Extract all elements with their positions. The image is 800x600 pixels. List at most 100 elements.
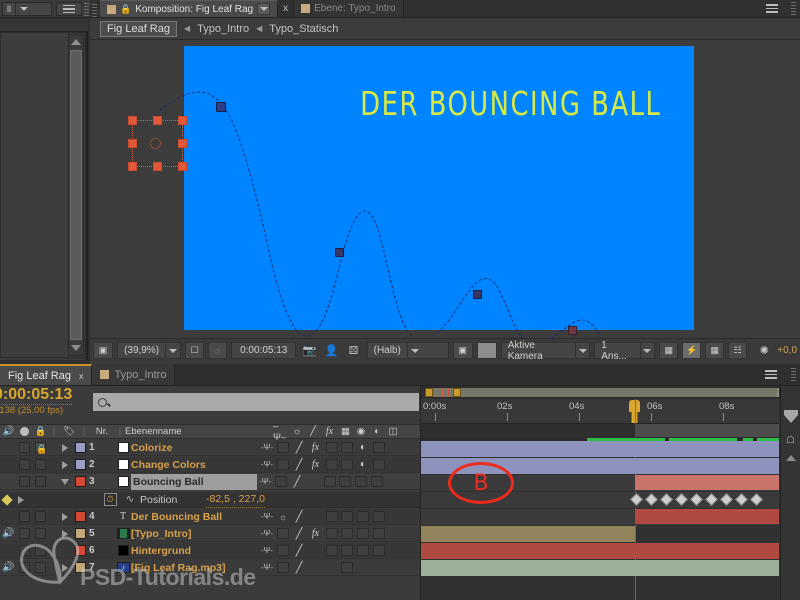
navigator-start-handle[interactable]: [425, 388, 433, 397]
person-icon[interactable]: 👤: [322, 342, 340, 359]
table-row[interactable]: 4 T Der Bouncing Ball -Ψ- ☼ ╱: [0, 509, 420, 525]
3d-layer-icon[interactable]: ◫: [385, 424, 401, 439]
selection-handle-tc[interactable]: [153, 116, 162, 125]
color-channels-icon[interactable]: ⚄: [345, 342, 363, 359]
expand-arrow[interactable]: [59, 509, 71, 525]
breadcrumb-item-fig-leaf-rag[interactable]: Fig Leaf Rag: [100, 20, 177, 37]
expand-arrow[interactable]: [59, 440, 71, 456]
property-name[interactable]: Position: [140, 492, 206, 508]
shy-switch[interactable]: -Ψ-: [259, 457, 275, 473]
motion-keyframe[interactable]: [216, 102, 226, 112]
frame-blend-switch[interactable]: [324, 440, 339, 456]
motion-blur-switch[interactable]: [339, 543, 355, 559]
layer-name[interactable]: Colorize: [131, 440, 259, 456]
motion-keyframe[interactable]: [473, 290, 482, 299]
3d-switch[interactable]: [371, 526, 387, 542]
scroll-down-icon[interactable]: [69, 341, 83, 355]
label-swatch[interactable]: [71, 457, 89, 473]
layer-bar-colorize[interactable]: [421, 441, 779, 457]
chevron-down-icon[interactable]: [116, 389, 124, 411]
adjustment-switch[interactable]: ◐: [355, 457, 371, 473]
composition-viewer[interactable]: DER BOUNCING BALL: [90, 40, 800, 351]
views-select[interactable]: 1 Ans...: [594, 340, 656, 362]
timeline-panel-grip[interactable]: [787, 364, 800, 385]
chevron-down-icon[interactable]: [639, 343, 655, 358]
layer-bar-bouncing-ball[interactable]: [635, 475, 779, 490]
layer-name[interactable]: [Fig Leaf Rag.mp3]: [131, 560, 259, 576]
lock-toggle[interactable]: [32, 560, 49, 576]
table-row[interactable]: 6 Hintergrund -Ψ- ╱: [0, 543, 420, 559]
composition-panel-menu-button[interactable]: [757, 0, 787, 17]
table-row[interactable]: 🔒 1 Colorize -Ψ- ╱ fx ◐: [0, 440, 420, 456]
effects-switch[interactable]: fx: [307, 457, 324, 473]
exposure-reset-icon[interactable]: ✺: [755, 342, 773, 359]
lock-toggle[interactable]: [32, 543, 49, 559]
collapse-switch[interactable]: ☼: [275, 509, 291, 525]
shy-switch[interactable]: -Ψ-: [259, 509, 275, 525]
comp-mini-flowchart-icon[interactable]: ☖: [783, 432, 799, 448]
selection-handle-tr[interactable]: [178, 116, 187, 125]
label-swatch[interactable]: [71, 509, 89, 525]
solo-toggle[interactable]: [17, 440, 32, 456]
breadcrumb-item-typo-intro[interactable]: Typo_Intro: [197, 23, 249, 35]
quality-switch[interactable]: ╱: [291, 509, 307, 525]
effects-switch[interactable]: fx: [307, 440, 324, 456]
frame-blend-switch[interactable]: [324, 543, 339, 559]
motion-blur-switch[interactable]: [339, 526, 355, 542]
comp-marker-icon[interactable]: [783, 408, 799, 424]
adjustment-switch[interactable]: [355, 543, 371, 559]
motion-blur-switch[interactable]: [339, 457, 355, 473]
toggle-viewer-icon[interactable]: ▣: [93, 342, 114, 359]
solo-toggle[interactable]: [17, 474, 32, 490]
audio-toggle[interactable]: 🔊: [0, 526, 17, 542]
timeline-icon[interactable]: ▦: [705, 342, 725, 359]
lock-toggle[interactable]: [32, 509, 49, 525]
effects-switch[interactable]: fx: [307, 526, 324, 542]
layer-bar-hintergrund[interactable]: [421, 543, 779, 559]
viewer-timecode-field[interactable]: 0:00:05:13: [231, 342, 297, 359]
lock-toggle[interactable]: 🔒: [32, 440, 49, 456]
lock-toggle[interactable]: [32, 457, 49, 473]
chevron-down-icon[interactable]: [406, 343, 422, 358]
property-value[interactable]: -82,5 , 227,0: [206, 492, 265, 508]
zoom-level-select[interactable]: (39,9%): [117, 342, 182, 359]
shy-switch[interactable]: -Ψ-: [259, 543, 275, 559]
timeline-tab-fig-leaf-rag[interactable]: Fig Leaf Rag x: [0, 364, 93, 385]
expand-arrow[interactable]: [59, 560, 71, 576]
collapse-switch[interactable]: [275, 526, 291, 542]
expand-arrow[interactable]: [59, 526, 71, 542]
navigator-end-handle[interactable]: [453, 388, 461, 397]
timeline-navigator[interactable]: [424, 387, 780, 398]
audio-icon[interactable]: 🔊: [0, 424, 17, 439]
resolution-select[interactable]: (Halb): [366, 342, 449, 359]
collapse-switch[interactable]: [275, 543, 291, 559]
selection-handle-tl[interactable]: [128, 116, 137, 125]
tab-komposition-fig-leaf-rag[interactable]: 🔒 Komposition: Fig Leaf Rag: [100, 0, 279, 17]
frame-blend-switch[interactable]: [322, 474, 337, 490]
label-icon[interactable]: 🏷: [59, 424, 79, 439]
anchor-point-icon[interactable]: [150, 138, 161, 149]
chevron-down-icon[interactable]: [165, 343, 180, 358]
column-header-layer-name[interactable]: Ebenenname: [125, 424, 273, 439]
label-swatch[interactable]: [71, 560, 89, 576]
collapse-switch[interactable]: [273, 474, 289, 490]
motion-keyframe[interactable]: [568, 326, 577, 335]
shy-switch[interactable]: -Ψ-: [259, 560, 275, 576]
solo-icon[interactable]: [17, 424, 32, 439]
layer-name[interactable]: Bouncing Ball: [131, 473, 257, 490]
panel-menu-button[interactable]: [56, 2, 82, 16]
quality-switch[interactable]: ╱: [291, 543, 307, 559]
expand-arrow[interactable]: [59, 457, 71, 473]
selection-handle-bc[interactable]: [153, 162, 162, 171]
label-swatch[interactable]: [71, 474, 89, 490]
collapse-switch[interactable]: [275, 457, 291, 473]
breadcrumb-item-typo-statisch[interactable]: Typo_Statisch: [269, 23, 338, 35]
solo-toggle[interactable]: [17, 457, 32, 473]
adjustment-layer-icon[interactable]: ◐: [369, 424, 385, 439]
mask-transparency-icon[interactable]: ◌: [208, 342, 228, 359]
project-panel-scrollbar[interactable]: [68, 34, 84, 356]
motion-blur-switch[interactable]: [339, 440, 355, 456]
collapse-switch[interactable]: [275, 560, 291, 576]
motion-keyframe[interactable]: [335, 248, 344, 257]
value-graph-icon[interactable]: ∿: [120, 492, 140, 508]
